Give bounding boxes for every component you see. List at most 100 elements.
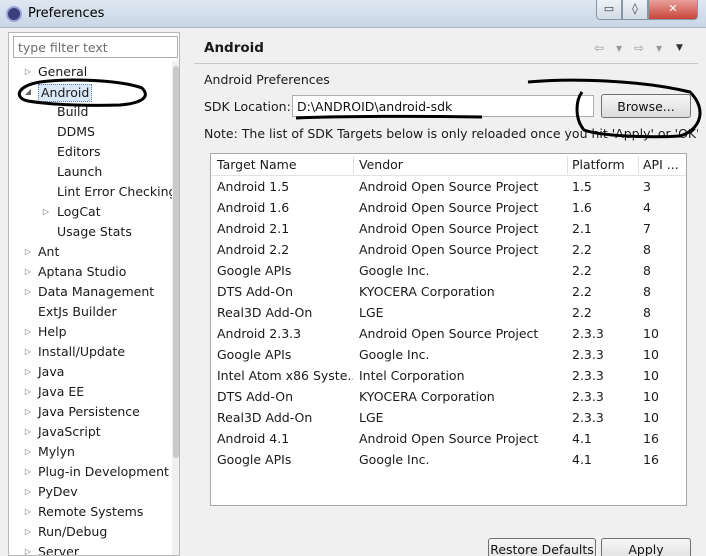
collapsed-arrow-icon[interactable]: ▷ (23, 382, 33, 402)
column-header-target-name[interactable]: Target Name (217, 157, 353, 172)
table-row[interactable]: Intel Atom x86 Syste... Intel Corporation… (211, 365, 686, 386)
tree-item[interactable]: ▷ Java EE (9, 382, 169, 402)
tree-item-label: ExtJs Builder (38, 304, 117, 319)
tree-item[interactable]: Build (9, 102, 169, 122)
minimize-button[interactable]: ▭ (596, 0, 622, 20)
table-row[interactable]: Android 2.1 Android Open Source Project 2.… (211, 218, 686, 239)
table-cell: LGE (359, 410, 384, 425)
tree-item-label: Java EE (38, 384, 85, 399)
collapsed-arrow-icon[interactable]: ▷ (23, 322, 33, 342)
tree-item[interactable]: Editors (9, 142, 169, 162)
tree-item[interactable]: ExtJs Builder (9, 302, 169, 322)
table-cell: Android 1.5 (217, 179, 290, 194)
scrollbar-thumb[interactable] (173, 66, 179, 458)
tree-item[interactable]: ▷ Aptana Studio (9, 262, 169, 282)
table-header: Target Name Vendor Platform API ... (211, 154, 686, 176)
tree-item[interactable]: ◢ Android (9, 82, 169, 102)
table-cell: 3 (643, 179, 651, 194)
collapsed-arrow-icon[interactable]: ▷ (23, 462, 33, 482)
forward-arrow-icon[interactable]: ⇨ (634, 41, 644, 55)
tree-item[interactable]: Launch (9, 162, 169, 182)
table-row[interactable]: Android 2.3.3 Android Open Source Project… (211, 323, 686, 344)
restore-defaults-button[interactable]: Restore Defaults (488, 538, 596, 556)
collapsed-arrow-icon[interactable]: ▷ (23, 482, 33, 502)
tree-item[interactable]: ▷ PyDev (9, 482, 169, 502)
tree-item[interactable]: Lint Error Checking (9, 182, 176, 202)
table-cell: 2.3.3 (572, 410, 604, 425)
table-cell: 10 (643, 389, 659, 404)
view-menu-icon[interactable]: ▼ (676, 43, 683, 53)
tree-item[interactable]: Usage Stats (9, 222, 169, 242)
collapsed-arrow-icon[interactable]: ▷ (23, 262, 33, 282)
tree-item[interactable]: DDMS (9, 122, 169, 142)
column-divider[interactable] (567, 156, 568, 174)
tree-item[interactable]: ▷ JavaScript (9, 422, 169, 442)
column-header-platform[interactable]: Platform (572, 157, 638, 172)
collapsed-arrow-icon[interactable]: ▷ (23, 422, 33, 442)
tree-item-label: Usage Stats (57, 224, 132, 239)
table-cell: Android 2.2 (217, 242, 290, 257)
tree-item-label: Launch (57, 164, 103, 179)
tree-item[interactable]: ▷ Remote Systems (9, 502, 169, 522)
table-cell: Google APIs (217, 347, 292, 362)
back-history-dropdown-icon[interactable]: ▼ (616, 44, 622, 53)
apply-button[interactable]: Apply (601, 538, 691, 556)
maximize-button[interactable]: ◊ (622, 0, 648, 20)
collapsed-arrow-icon[interactable]: ▷ (23, 342, 33, 362)
tree-item[interactable]: ▷ LogCat (9, 202, 169, 222)
table-cell: 10 (643, 326, 659, 341)
column-divider[interactable] (353, 156, 354, 174)
tree-item[interactable]: ▷ Plug-in Development (9, 462, 169, 482)
tree-item[interactable]: ▷ General (9, 62, 169, 82)
table-row[interactable]: Android 4.1 Android Open Source Project 4.… (211, 428, 686, 449)
table-row[interactable]: Real3D Add-On LGE 2.2 8 (211, 302, 686, 323)
tree-item[interactable]: ▷ Ant (9, 242, 169, 262)
browse-button[interactable]: Browse... (601, 94, 691, 118)
table-row[interactable]: Android 2.2 Android Open Source Project 2.… (211, 239, 686, 260)
table-cell: 4.1 (572, 452, 592, 467)
expanded-arrow-icon[interactable]: ◢ (23, 82, 33, 102)
tree-item[interactable]: ▷ Server (9, 542, 169, 555)
collapsed-arrow-icon[interactable]: ▷ (23, 542, 33, 555)
collapsed-arrow-icon[interactable]: ▷ (23, 522, 33, 542)
column-divider[interactable] (638, 156, 639, 174)
tree-item-label: Run/Debug (38, 524, 108, 539)
table-cell: Android 4.1 (217, 431, 290, 446)
table-row[interactable]: Android 1.5 Android Open Source Project 1.… (211, 176, 686, 197)
close-button[interactable]: ✕ (648, 0, 698, 20)
filter-input[interactable] (13, 36, 178, 58)
collapsed-arrow-icon[interactable]: ▷ (23, 242, 33, 262)
collapsed-arrow-icon[interactable]: ▷ (23, 502, 33, 522)
table-row[interactable]: Android 1.6 Android Open Source Project 1.… (211, 197, 686, 218)
table-cell: LGE (359, 305, 384, 320)
tree-item[interactable]: ▷ Java Persistence (9, 402, 169, 422)
table-row[interactable]: Real3D Add-On LGE 2.3.3 10 (211, 407, 686, 428)
table-row[interactable]: DTS Add-On KYOCERA Corporation 2.3.3 10 (211, 386, 686, 407)
tree-item[interactable]: ▷ Mylyn (9, 442, 169, 462)
back-arrow-icon[interactable]: ⇦ (594, 41, 604, 55)
tree-item[interactable]: ▷ Data Management (9, 282, 169, 302)
collapsed-arrow-icon[interactable]: ▷ (23, 402, 33, 422)
collapsed-arrow-icon[interactable]: ▷ (23, 362, 33, 382)
table-row[interactable]: Google APIs Google Inc. 2.2 8 (211, 260, 686, 281)
column-header-vendor[interactable]: Vendor (359, 157, 567, 172)
sdk-location-field[interactable] (292, 95, 594, 117)
collapsed-arrow-icon[interactable]: ▷ (23, 282, 33, 302)
tree-item[interactable]: ▷ Java (9, 362, 169, 382)
tree-item-label: Help (38, 324, 67, 339)
tree-item[interactable]: ▷ Install/Update (9, 342, 169, 362)
collapsed-arrow-icon[interactable]: ▷ (23, 62, 33, 82)
table-row[interactable]: Google APIs Google Inc. 2.3.3 10 (211, 344, 686, 365)
table-cell: 10 (643, 347, 659, 362)
tree-item[interactable]: ▷ Help (9, 322, 169, 342)
table-row[interactable]: DTS Add-On KYOCERA Corporation 2.2 8 (211, 281, 686, 302)
column-header-api[interactable]: API ... (643, 157, 685, 172)
forward-history-dropdown-icon[interactable]: ▼ (656, 44, 662, 53)
collapsed-arrow-icon[interactable]: ▷ (23, 442, 33, 462)
collapsed-arrow-icon[interactable]: ▷ (41, 202, 51, 222)
table-cell: 8 (643, 242, 651, 257)
tree-item-label: Build (57, 104, 89, 119)
table-row[interactable]: Google APIs Google Inc. 4.1 16 (211, 449, 686, 470)
tree-scrollbar[interactable] (172, 61, 179, 555)
tree-item[interactable]: ▷ Run/Debug (9, 522, 169, 542)
